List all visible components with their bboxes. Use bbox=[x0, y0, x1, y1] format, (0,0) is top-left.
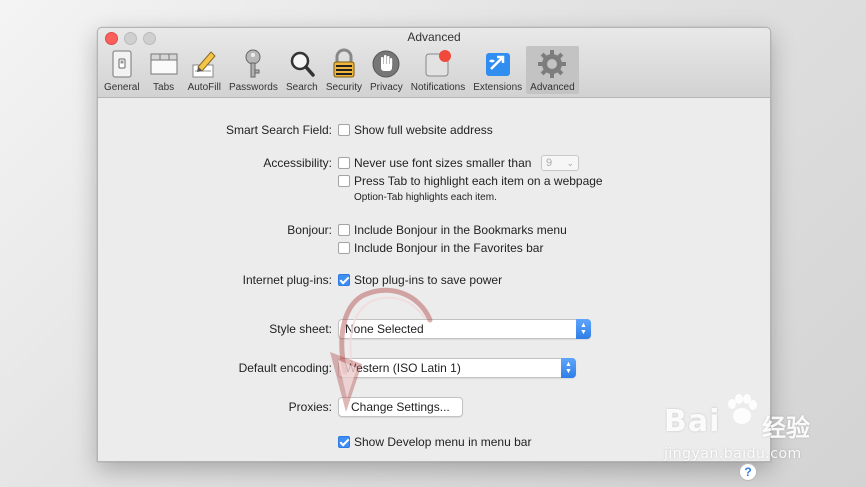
popup-stepper-icon: ▲ ▼ bbox=[561, 358, 576, 378]
accessibility-row: Accessibility: Never use font sizes smal… bbox=[98, 155, 770, 173]
tab-label: Search bbox=[286, 82, 318, 93]
style-sheet-row: Style sheet: None Selected ▲ ▼ bbox=[98, 319, 770, 339]
tab-highlight-row: Press Tab to highlight each item on a we… bbox=[98, 173, 770, 191]
smart-search-row: Smart Search Field: Show full website ad… bbox=[98, 122, 770, 140]
magnifier-icon bbox=[286, 48, 318, 80]
stop-plugins-label[interactable]: Stop plug-ins to save power bbox=[354, 273, 502, 287]
tab-advanced[interactable]: Advanced bbox=[526, 46, 579, 94]
plugins-row: Internet plug-ins: Stop plug-ins to save… bbox=[98, 272, 770, 290]
encoding-value: Western (ISO Latin 1) bbox=[345, 361, 461, 375]
develop-menu-label[interactable]: Show Develop menu in menu bar bbox=[354, 435, 531, 449]
tab-label: Privacy bbox=[369, 82, 403, 93]
bonjour-label: Bonjour: bbox=[287, 223, 332, 237]
option-tab-hint: Option-Tab highlights each item. bbox=[354, 192, 497, 203]
show-full-address-checkbox[interactable] bbox=[338, 124, 350, 136]
tab-highlight-label[interactable]: Press Tab to highlight each item on a we… bbox=[354, 174, 603, 188]
chevron-down-icon: ⌄ bbox=[566, 158, 574, 168]
tab-privacy[interactable]: Privacy bbox=[366, 46, 407, 94]
autofill-icon bbox=[188, 48, 220, 80]
watermark-logo: Bai bbox=[664, 404, 721, 439]
bonjour-favorites-checkbox[interactable] bbox=[338, 242, 350, 254]
puzzle-icon bbox=[482, 48, 514, 80]
tab-passwords[interactable]: Passwords bbox=[225, 46, 282, 94]
tab-search[interactable]: Search bbox=[282, 46, 322, 94]
tab-label: General bbox=[104, 82, 140, 93]
min-font-size-label[interactable]: Never use font sizes smaller than bbox=[354, 156, 531, 170]
develop-menu-checkbox[interactable] bbox=[338, 436, 350, 448]
watermark: Bai 经验 jingyan.baidu.com bbox=[664, 392, 854, 472]
lock-icon bbox=[328, 48, 360, 80]
font-size-value: 9 bbox=[546, 157, 553, 169]
encoding-label: Default encoding: bbox=[238, 361, 332, 375]
min-font-size-checkbox[interactable] bbox=[338, 157, 350, 169]
style-sheet-popup[interactable]: None Selected ▲ ▼ bbox=[338, 319, 591, 339]
accessibility-hint-row: Option-Tab highlights each item. bbox=[98, 191, 770, 209]
tab-security[interactable]: Security bbox=[322, 46, 366, 94]
bonjour-bookmarks-label[interactable]: Include Bonjour in the Bookmarks menu bbox=[354, 223, 567, 237]
notifications-icon bbox=[422, 48, 454, 80]
font-size-select[interactable]: 9 ⌄ bbox=[541, 155, 579, 171]
tab-extensions[interactable]: Extensions bbox=[469, 46, 526, 94]
stop-plugins-checkbox[interactable] bbox=[338, 274, 350, 286]
style-sheet-label: Style sheet: bbox=[269, 322, 332, 336]
bonjour-bookmarks-checkbox[interactable] bbox=[338, 224, 350, 236]
style-sheet-value: None Selected bbox=[345, 322, 424, 336]
tab-label: Notifications bbox=[410, 82, 466, 93]
watermark-url: jingyan.baidu.com bbox=[664, 446, 802, 462]
proxies-label: Proxies: bbox=[288, 400, 332, 414]
tab-label: Tabs bbox=[153, 82, 175, 93]
tab-label: Security bbox=[325, 82, 362, 93]
tab-label: Advanced bbox=[530, 82, 575, 93]
watermark-cn: 经验 bbox=[762, 414, 810, 442]
encoding-popup[interactable]: Western (ISO Latin 1) ▲ ▼ bbox=[338, 358, 576, 378]
tab-tabs[interactable]: Tabs bbox=[144, 46, 184, 94]
tab-highlight-checkbox[interactable] bbox=[338, 175, 350, 187]
popup-stepper-icon: ▲ ▼ bbox=[576, 319, 591, 339]
preferences-toolbar: General Tabs AutoFill Passwords Search S… bbox=[100, 46, 579, 96]
smart-search-label: Smart Search Field: bbox=[225, 123, 332, 137]
title-bar: Advanced General Tabs AutoFill Passwords… bbox=[98, 28, 770, 98]
show-full-address-label[interactable]: Show full website address bbox=[354, 123, 493, 137]
bonjour-favorites-row: Include Bonjour in the Favorites bar bbox=[98, 240, 770, 258]
tab-general[interactable]: General bbox=[100, 46, 144, 94]
paw-icon bbox=[728, 394, 757, 424]
tab-autofill[interactable]: AutoFill bbox=[184, 46, 225, 94]
general-icon bbox=[106, 48, 138, 80]
bonjour-row: Bonjour: Include Bonjour in the Bookmark… bbox=[98, 222, 770, 240]
tab-label: AutoFill bbox=[187, 82, 221, 93]
plugins-label: Internet plug-ins: bbox=[242, 273, 332, 287]
hand-icon bbox=[370, 48, 402, 80]
gear-icon bbox=[536, 48, 568, 80]
key-icon bbox=[237, 48, 269, 80]
tabs-icon bbox=[148, 48, 180, 80]
tab-label: Extensions bbox=[473, 82, 523, 93]
tab-notifications[interactable]: Notifications bbox=[407, 46, 469, 94]
bonjour-favorites-label[interactable]: Include Bonjour in the Favorites bar bbox=[354, 241, 543, 255]
window-title: Advanced bbox=[407, 30, 461, 44]
change-settings-button[interactable]: Change Settings... bbox=[338, 397, 463, 417]
accessibility-label: Accessibility: bbox=[263, 156, 332, 170]
tab-label: Passwords bbox=[228, 82, 278, 93]
encoding-row: Default encoding: Western (ISO Latin 1) … bbox=[98, 358, 770, 378]
